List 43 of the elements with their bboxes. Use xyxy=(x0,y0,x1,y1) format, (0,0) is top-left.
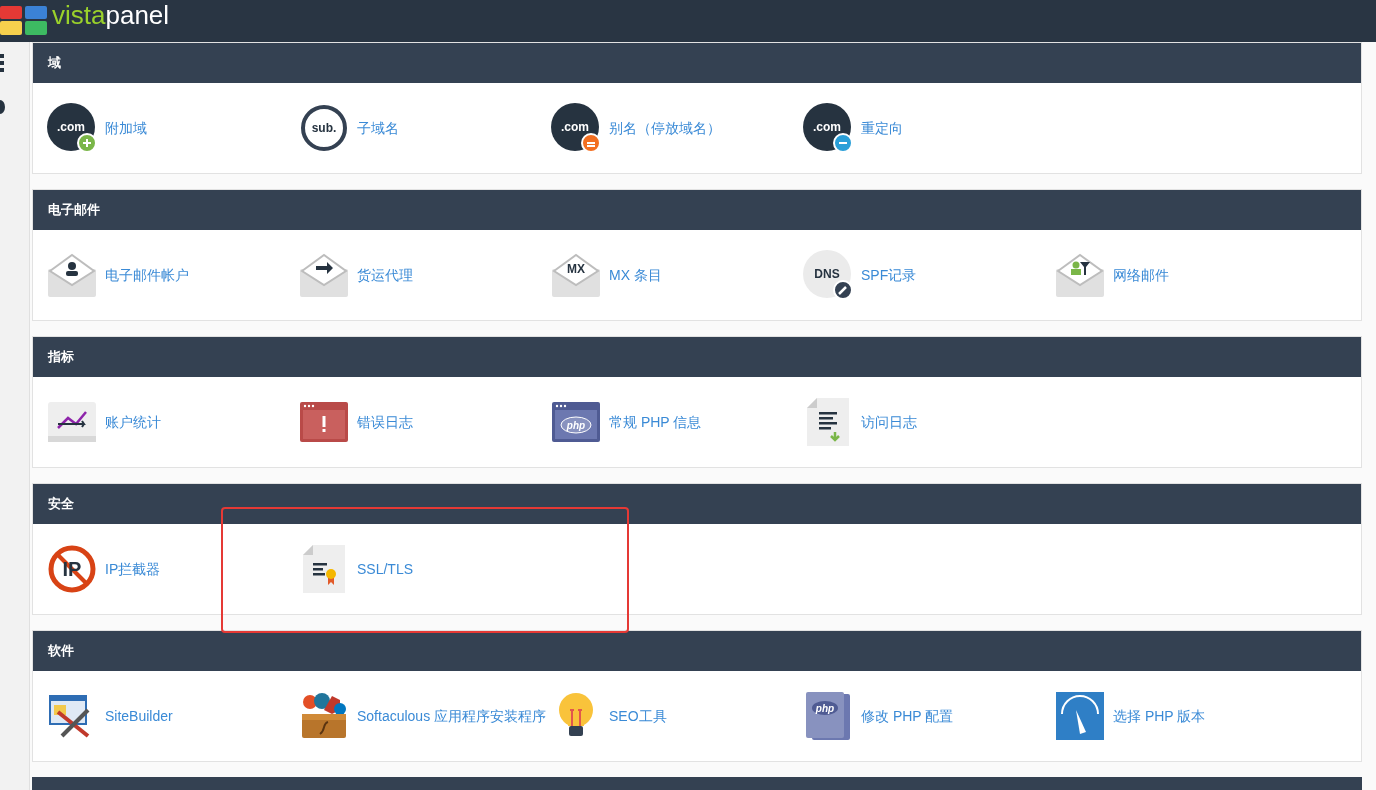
tool-link[interactable]: SPF记录 xyxy=(861,264,917,286)
tool-link[interactable]: 常规 PHP 信息 xyxy=(609,411,702,433)
grip-icon xyxy=(0,54,4,72)
envelope-arrow-icon xyxy=(300,253,348,297)
tool-link[interactable]: 账户统计 xyxy=(105,411,161,433)
tool-link[interactable]: Softaculous 应用程序安装程序 xyxy=(357,705,547,727)
envelope-person-icon xyxy=(48,253,96,297)
tool-link[interactable]: IP拦截器 xyxy=(105,558,161,580)
domain-badge-icon: .com xyxy=(803,103,853,153)
certificate-icon xyxy=(303,545,345,593)
domain-badge-icon: .com xyxy=(551,103,601,153)
section-title: 安全 xyxy=(33,484,1361,524)
tool-link[interactable]: 网络邮件 xyxy=(1113,264,1169,286)
envelope-filter-icon xyxy=(1056,253,1104,297)
logo-text: vistapanel xyxy=(52,2,170,28)
domain-badge-icon: .com xyxy=(47,103,97,153)
tool-link[interactable]: 附加域 xyxy=(105,117,147,139)
tool-link[interactable]: 修改 PHP 配置 xyxy=(861,705,954,727)
tool-link[interactable]: SSL/TLS xyxy=(357,558,414,580)
tool-link[interactable]: 货运代理 xyxy=(357,264,413,286)
chart-icon xyxy=(48,402,96,442)
section-title: 电子邮件 xyxy=(33,190,1361,230)
tool-link[interactable]: 访问日志 xyxy=(861,411,917,433)
subdomain-icon: sub. xyxy=(300,104,348,152)
tool-link[interactable]: SiteBuilder xyxy=(105,705,173,727)
tool-link[interactable]: 错误日志 xyxy=(357,411,413,433)
php-window-icon: php xyxy=(552,402,600,442)
section-title: 指标 xyxy=(33,337,1361,377)
tool-link[interactable]: 子域名 xyxy=(357,117,399,139)
tool-link[interactable]: MX 条目 xyxy=(609,264,662,286)
tool-link[interactable]: 重定向 xyxy=(861,117,903,139)
tool-link[interactable]: SEO工具 xyxy=(609,705,667,727)
dns-edit-icon: DNS xyxy=(803,250,853,300)
section-title: 域 xyxy=(33,43,1361,83)
tool-link[interactable]: 别名（停放域名） xyxy=(609,117,721,139)
error-window-icon xyxy=(300,402,348,442)
logo-icon xyxy=(0,6,48,36)
gauge-icon xyxy=(1056,692,1104,740)
tool-link[interactable]: 选择 PHP 版本 xyxy=(1113,705,1206,727)
log-file-icon xyxy=(807,398,849,446)
section-title: 软件 xyxy=(33,631,1361,671)
softaculous-icon xyxy=(300,692,348,740)
tool-link[interactable]: 电子邮件帐户 xyxy=(105,264,189,286)
